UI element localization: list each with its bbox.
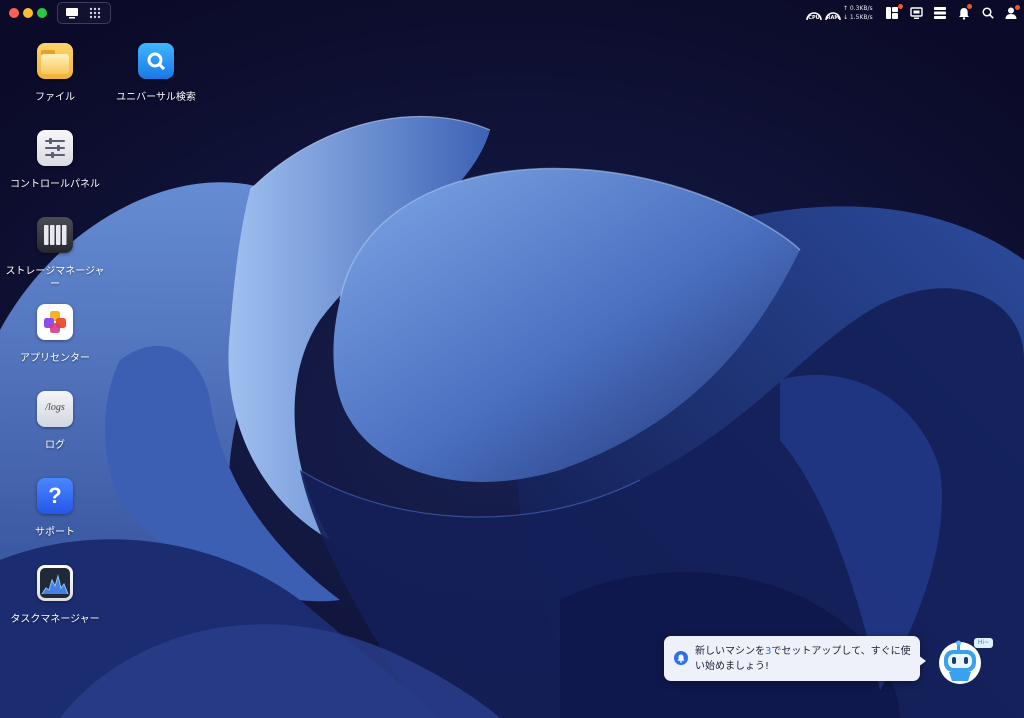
- cpu-meter[interactable]: CPU: [805, 6, 823, 22]
- desktop-shortcut-label: ファイル: [35, 92, 75, 103]
- bell-icon: [674, 651, 688, 665]
- widgets-badge: [898, 4, 903, 9]
- app-grid-icon[interactable]: [85, 5, 105, 21]
- download-speed: ↓ 1.5KB/s: [843, 14, 873, 21]
- notification-pointer: [918, 655, 926, 667]
- logs-tile-text: /logs: [45, 402, 65, 413]
- upload-speed: ↑ 0.3KB/s: [843, 5, 873, 12]
- desktop-shortcut-storage-manager[interactable]: ストレージマネージャー: [5, 217, 105, 291]
- desktop-shortcut-label: ログ: [45, 440, 65, 451]
- universal-search-icon: [138, 43, 174, 79]
- desktop-shortcut-files[interactable]: ファイル: [5, 43, 105, 104]
- desktop-shortcut-task-manager[interactable]: タスクマネージャー: [5, 565, 105, 626]
- desktop-shortcut-label: アプリセンター: [20, 353, 90, 364]
- desktop-shortcut-universal-search[interactable]: ユニバーサル検索: [106, 43, 206, 104]
- search-icon[interactable]: [980, 3, 996, 23]
- support-tile-text: ?: [48, 483, 62, 508]
- cpu-label: CPU: [808, 15, 820, 21]
- desktop-shortcut-logs[interactable]: /logs ログ: [5, 391, 105, 452]
- desktop-shortcut-app-center[interactable]: アプリセンター: [5, 304, 105, 365]
- user-badge: [1015, 5, 1020, 10]
- desktop-shortcut-label: ストレージマネージャー: [5, 266, 105, 290]
- desktop-shortcut-label: ユニバーサル検索: [116, 92, 196, 103]
- assistant-greeting-bubble: Hi~: [974, 638, 993, 648]
- close-window-button[interactable]: [9, 8, 19, 18]
- desktop-shortcut-label: サポート: [35, 527, 75, 538]
- storage-manager-icon: [37, 217, 73, 253]
- task-manager-icon: [37, 565, 73, 601]
- desktop-shortcut-support[interactable]: ? サポート: [5, 478, 105, 539]
- bell-badge: [967, 4, 972, 9]
- notification-message: 新しいマシンを3でセットアップして、すぐに使い始めましょう!: [695, 644, 915, 674]
- zoom-window-button[interactable]: [37, 8, 47, 18]
- top-menu-bar: CPU RAM ↑ 0.3KB/s ↓ 1.5KB/s: [0, 0, 1024, 26]
- folder-icon: [37, 43, 73, 79]
- server-icon[interactable]: [932, 3, 948, 23]
- desktop-shortcut-control-panel[interactable]: コントロールパネル: [5, 130, 105, 191]
- network-speed[interactable]: ↑ 0.3KB/s ↓ 1.5KB/s: [843, 4, 873, 22]
- control-panel-icon: [37, 130, 73, 166]
- ram-meter[interactable]: RAM: [824, 6, 842, 22]
- setup-notification[interactable]: 新しいマシンを3でセットアップして、すぐに使い始めましょう!: [664, 636, 920, 681]
- desktop-wallpaper: [0, 0, 1024, 718]
- notification-text-start: 新しいマシンを: [695, 646, 765, 657]
- logs-icon: /logs: [37, 391, 73, 427]
- support-icon: ?: [37, 478, 73, 514]
- ram-label: RAM: [826, 15, 840, 21]
- view-switcher: [57, 2, 111, 24]
- desktop-shortcut-label: タスクマネージャー: [10, 614, 100, 625]
- monitor-icon[interactable]: [908, 3, 924, 23]
- desktop-shortcut-label: コントロールパネル: [10, 179, 100, 190]
- minimize-window-button[interactable]: [23, 8, 33, 18]
- desktop-icon[interactable]: [62, 5, 82, 21]
- app-center-icon: [37, 304, 73, 340]
